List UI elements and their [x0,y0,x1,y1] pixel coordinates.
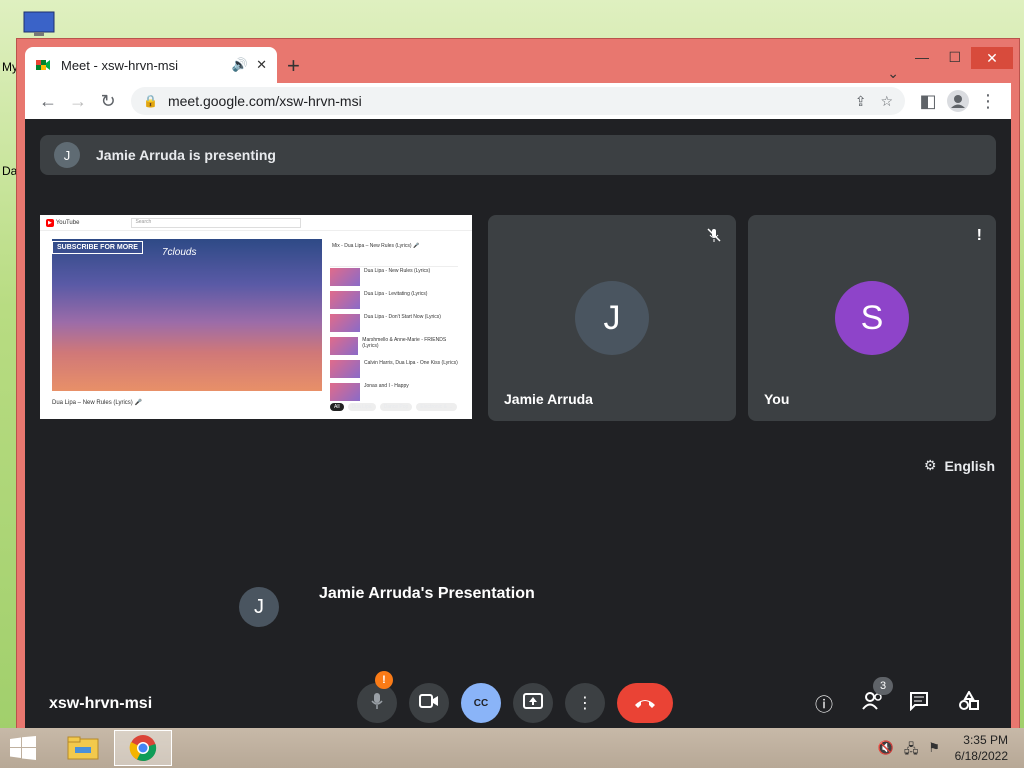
reload-icon[interactable]: ↻ [93,86,123,116]
list-item: Marshmello & Anne-Marie - FRIENDS (Lyric… [330,337,458,359]
list-item: Jonas and I - Happy [330,383,458,405]
meet-logo-icon [35,57,51,73]
close-window-button[interactable]: ✕ [971,47,1013,69]
back-icon[interactable]: ← [33,86,63,116]
presenting-banner: J Jamie Arruda is presenting [40,135,996,175]
present-screen-button[interactable] [513,683,553,723]
presentation-label: Jamie Arruda's Presentation [319,585,535,602]
camera-icon [419,693,439,713]
flag-icon[interactable]: ⚑ [928,740,940,762]
participant-name: You [764,391,790,407]
alert-icon[interactable]: ! [977,227,982,245]
url-text: meet.google.com/xsw-hrvn-msi [167,93,362,109]
mic-icon [369,692,385,715]
list-item: Dua Lipa - Levitating (Lyrics) [330,291,458,313]
youtube-logo-text: YouTube [55,219,80,226]
end-call-button[interactable] [617,683,673,723]
people-icon[interactable]: 3 [861,677,893,716]
tab-close-icon[interactable]: ✕ [256,57,267,73]
volume-muted-icon[interactable]: 🔇 [878,740,894,762]
maximize-button[interactable]: ☐ [948,49,961,66]
gear-icon: ⚙ [923,457,937,473]
browser-toolbar: ← → ↻ 🔒 meet.google.com/xsw-hrvn-msi ⇪ ☆… [25,83,1011,119]
profile-icon[interactable] [943,86,973,116]
info-icon[interactable]: ⓘ [815,691,833,717]
more-vert-icon: ⋮ [577,695,593,712]
menu-kebab-icon[interactable]: ⋮ [973,86,1003,116]
tab-search-icon[interactable]: ⌄ [887,65,899,82]
computer-icon[interactable] [18,10,60,40]
share-icon[interactable]: ⇪ [855,93,867,110]
avatar: J [54,142,80,168]
activities-icon[interactable] [959,689,979,716]
mic-off-icon [706,227,722,248]
video-title: Dua Lipa – New Rules (Lyrics) 🎤 [52,400,142,406]
youtube-chips: All Dua Lipa Dance Pop Electronic & ... [330,403,457,411]
new-tab-button[interactable]: + [287,53,300,79]
participant-tile-jamie[interactable]: J Jamie Arruda [488,215,736,421]
more-options-button[interactable]: ⋮ [565,683,605,723]
meeting-code: xsw-hrvn-msi [49,695,153,712]
avatar: J [239,587,279,627]
tab-title: Meet - xsw-hrvn-msi [61,57,179,73]
minimize-button[interactable]: — [915,49,929,65]
address-bar[interactable]: 🔒 meet.google.com/xsw-hrvn-msi ⇪ ☆ [131,87,905,115]
caption-language-button[interactable]: ⚙ English [924,457,995,474]
warning-badge: ! [375,671,393,689]
chat-icon[interactable] [909,691,929,716]
file-explorer-icon[interactable] [54,730,112,766]
captions-icon: CC [473,697,489,709]
meet-page: J Jamie Arruda is presenting ▶ YouTube S… [25,119,1011,737]
side-panel-icon[interactable]: ◧ [913,86,943,116]
youtube-playlist: Mix - Dua Lipa – New Rules (Lyrics) 🎤 Du… [330,241,458,405]
lock-icon[interactable]: 🔒 [143,94,158,108]
taskbar: 🔇 🖧 ⚑ 3:35 PM 6/18/2022 [0,728,1024,768]
playlist-title: Mix - Dua Lipa – New Rules (Lyrics) 🎤 [330,241,458,267]
participant-name: Jamie Arruda [504,391,593,407]
network-icon[interactable]: 🖧 [904,740,919,762]
tab-meet[interactable]: Meet - xsw-hrvn-msi 🔊 ✕ [25,47,277,83]
shared-screen-tile[interactable]: ▶ YouTube Search SUBSCRIBE FOR MORE 7clo… [40,215,472,419]
windows-start-icon[interactable] [10,736,36,766]
clock-time: 3:35 PM [963,733,1008,747]
system-tray: 🔇 🖧 ⚑ [878,740,940,762]
present-icon [523,692,543,714]
list-item: Calvin Harris, Dua Lipa - One Kiss (Lyri… [330,360,458,382]
clock-date: 6/18/2022 [954,749,1008,763]
language-label: English [944,457,995,474]
video-brand: 7clouds [162,247,197,258]
microphone-button[interactable]: ! [357,671,397,723]
chrome-icon[interactable] [114,730,172,766]
browser-window: Meet - xsw-hrvn-msi 🔊 ✕ + ⌄ — ☐ ✕ ← → ↻ … [16,38,1020,744]
bookmark-star-icon[interactable]: ☆ [880,93,893,110]
presenting-text: Jamie Arruda is presenting [96,147,276,163]
captions-button[interactable]: CC [461,683,501,723]
phone-hangup-icon [633,693,657,714]
forward-icon[interactable]: → [63,86,93,116]
avatar: J [575,281,649,355]
subscribe-banner: SUBSCRIBE FOR MORE [52,241,143,254]
list-item: Dua Lipa - Don't Start Now (Lyrics) [330,314,458,336]
tab-strip: Meet - xsw-hrvn-msi 🔊 ✕ + ⌄ — ☐ ✕ [25,47,1019,87]
list-item: Dua Lipa - New Rules (Lyrics) [330,268,458,290]
participant-tile-you[interactable]: ! S You [748,215,996,421]
camera-button[interactable] [409,683,449,723]
youtube-video: SUBSCRIBE FOR MORE 7clouds [52,239,322,391]
youtube-header: ▶ YouTube Search [40,215,472,231]
youtube-logo-icon: ▶ [46,218,54,227]
participants-count-badge: 3 [873,677,893,695]
presentation-tile[interactable]: J Jamie Arruda's Presentation [239,585,535,627]
youtube-search-input: Search [131,217,302,228]
avatar: S [835,281,909,355]
speaker-icon[interactable]: 🔊 [232,57,248,73]
clock[interactable]: 3:35 PM 6/18/2022 [955,732,1008,764]
